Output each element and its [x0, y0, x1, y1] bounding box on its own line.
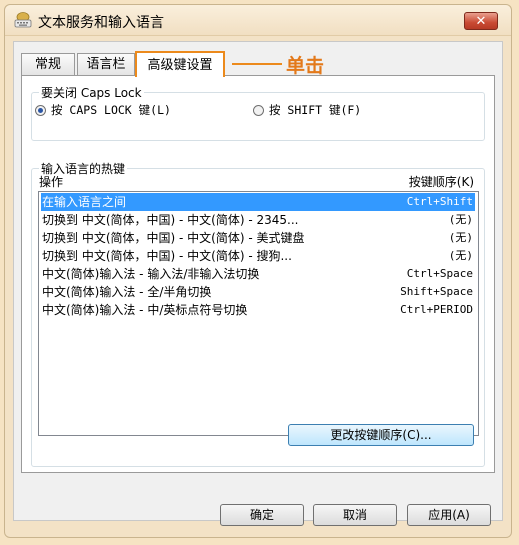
caps-lock-group-label: 要关闭 Caps Lock — [39, 84, 144, 101]
keyboard-app-icon — [14, 12, 32, 28]
tab-advanced-key-settings[interactable]: 高级键设置 — [135, 51, 225, 77]
caps-lock-group: 要关闭 Caps Lock 按 CAPS LOCK 键(L) 按 SHIFT 键… — [31, 84, 485, 141]
radio-shift-key[interactable]: 按 SHIFT 键(F) — [253, 102, 361, 118]
title-bar[interactable]: 文本服务和输入语言 ✕ — [5, 5, 511, 36]
cancel-button[interactable]: 取消 — [313, 504, 397, 526]
hotkey-row[interactable]: 中文(简体)输入法 - 中/英标点符号切换 Ctrl+PERIOD — [41, 301, 475, 319]
tab-general[interactable]: 常规 — [21, 53, 75, 75]
radio-checked-icon — [35, 105, 46, 116]
hotkey-action: 中文(简体)输入法 - 输入法/非输入法切换 — [42, 267, 260, 281]
hotkey-row[interactable]: 中文(简体)输入法 - 全/半角切换 Shift+Space — [41, 283, 475, 301]
hotkey-key: (无) — [448, 231, 473, 244]
hotkey-key: Ctrl+Space — [406, 267, 473, 280]
dialog-window: 文本服务和输入语言 ✕ 常规 语言栏 高级键设置 单击 要关闭 Caps Loc… — [4, 4, 512, 538]
radio-shift-label: 按 SHIFT 键(F) — [269, 103, 362, 117]
radio-caps-lock-key[interactable]: 按 CAPS LOCK 键(L) — [35, 102, 171, 118]
tab-page-advanced: 要关闭 Caps Lock 按 CAPS LOCK 键(L) 按 SHIFT 键… — [21, 75, 495, 473]
change-key-sequence-button[interactable]: 更改按键顺序(C)... — [288, 424, 474, 446]
close-button[interactable]: ✕ — [464, 12, 498, 30]
hotkey-list[interactable]: 在输入语言之间 Ctrl+Shift 切换到 中文(简体，中国) - 中文(简体… — [38, 191, 479, 436]
ok-button[interactable]: 确定 — [220, 504, 304, 526]
column-header-action: 操作 — [39, 175, 64, 189]
hotkey-key: Ctrl+PERIOD — [400, 303, 473, 316]
hotkey-action: 在输入语言之间 — [42, 195, 127, 209]
hotkey-key: (无) — [448, 213, 473, 226]
hotkey-row[interactable]: 切换到 中文(简体，中国) - 中文(简体) - 美式键盘 (无) — [41, 229, 475, 247]
column-header-key-sequence: 按键顺序(K) — [408, 175, 474, 189]
hotkey-row[interactable]: 在输入语言之间 Ctrl+Shift — [41, 193, 475, 211]
hotkey-key: Shift+Space — [400, 285, 473, 298]
hotkey-row[interactable]: 切换到 中文(简体，中国) - 中文(简体) - 搜狗... (无) — [41, 247, 475, 265]
tab-language-bar[interactable]: 语言栏 — [77, 53, 135, 75]
window-title: 文本服务和输入语言 — [38, 15, 164, 31]
radio-unchecked-icon — [253, 105, 264, 116]
hotkey-key: Ctrl+Shift — [406, 195, 473, 208]
hotkey-action: 切换到 中文(简体，中国) - 中文(简体) - 2345... — [42, 213, 299, 227]
hotkey-action: 切换到 中文(简体，中国) - 中文(简体) - 美式键盘 — [42, 231, 305, 245]
hotkey-action: 中文(简体)输入法 - 中/英标点符号切换 — [42, 303, 248, 317]
radio-caps-lock-label: 按 CAPS LOCK 键(L) — [51, 103, 171, 117]
annotation-pointer-line — [232, 63, 282, 65]
hotkey-key: (无) — [448, 249, 473, 262]
apply-button[interactable]: 应用(A) — [407, 504, 491, 526]
dialog-client: 常规 语言栏 高级键设置 单击 要关闭 Caps Lock 按 CAPS LOC… — [13, 41, 503, 526]
hotkey-row[interactable]: 切换到 中文(简体，中国) - 中文(简体) - 2345... (无) — [41, 211, 475, 229]
hotkey-group: 输入语言的热键 操作 按键顺序(K) 在输入语言之间 Ctrl+Shift 切换… — [31, 160, 485, 467]
hotkey-action: 切换到 中文(简体，中国) - 中文(简体) - 搜狗... — [42, 249, 292, 263]
annotation-click-label: 单击 — [286, 55, 325, 77]
hotkey-row[interactable]: 中文(简体)输入法 - 输入法/非输入法切换 Ctrl+Space — [41, 265, 475, 283]
hotkey-action: 中文(简体)输入法 - 全/半角切换 — [42, 285, 212, 299]
